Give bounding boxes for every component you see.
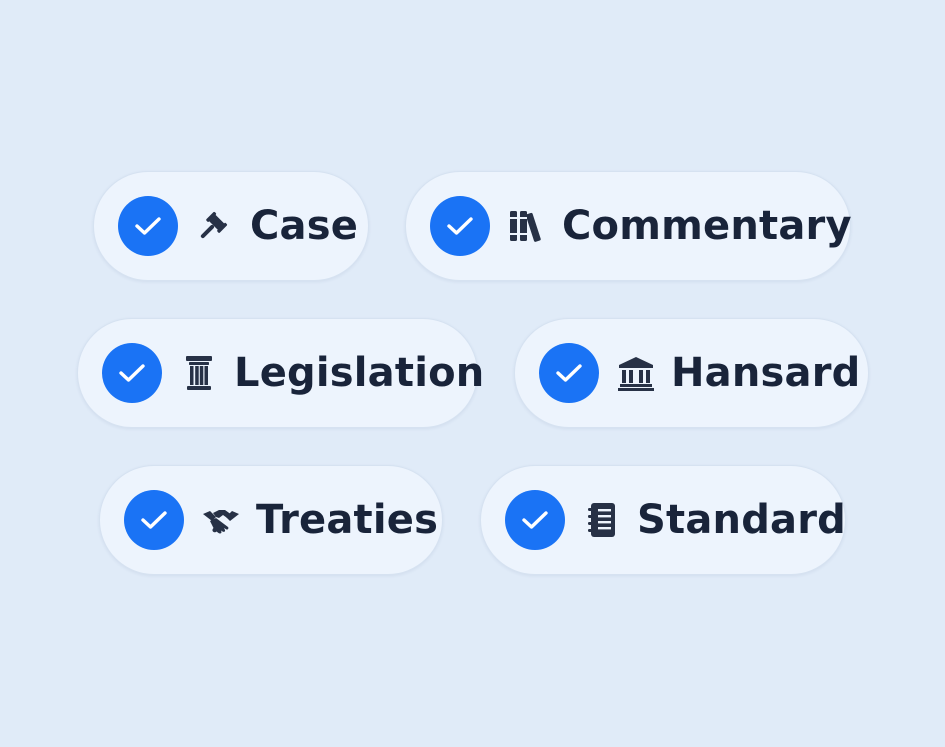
filter-label: Commentary bbox=[562, 203, 852, 249]
filter-chip-standard[interactable]: Standard bbox=[480, 465, 846, 575]
filter-label: Legislation bbox=[234, 350, 485, 396]
filter-chip-treaties[interactable]: Treaties bbox=[99, 465, 443, 575]
gavel-icon bbox=[196, 207, 234, 245]
checkmark-icon bbox=[430, 196, 490, 256]
checkmark-icon bbox=[539, 343, 599, 403]
landmark-icon bbox=[617, 354, 655, 392]
filter-chip-hansard[interactable]: Hansard bbox=[514, 318, 869, 428]
filter-label: Hansard bbox=[671, 350, 861, 396]
notebook-icon bbox=[583, 501, 621, 539]
books-icon bbox=[508, 207, 546, 245]
filter-label: Treaties bbox=[256, 497, 439, 543]
checkmark-icon bbox=[124, 490, 184, 550]
column-icon bbox=[180, 354, 218, 392]
handshake-icon bbox=[202, 501, 240, 539]
checkmark-icon bbox=[102, 343, 162, 403]
checkmark-icon bbox=[118, 196, 178, 256]
filter-label: Standard bbox=[637, 497, 846, 543]
filter-chip-legislation[interactable]: Legislation bbox=[77, 318, 484, 428]
filter-chip-case[interactable]: Case bbox=[93, 171, 369, 281]
checkmark-icon bbox=[505, 490, 565, 550]
filter-chip-commentary[interactable]: Commentary bbox=[405, 171, 852, 281]
filter-label: Case bbox=[250, 203, 359, 249]
